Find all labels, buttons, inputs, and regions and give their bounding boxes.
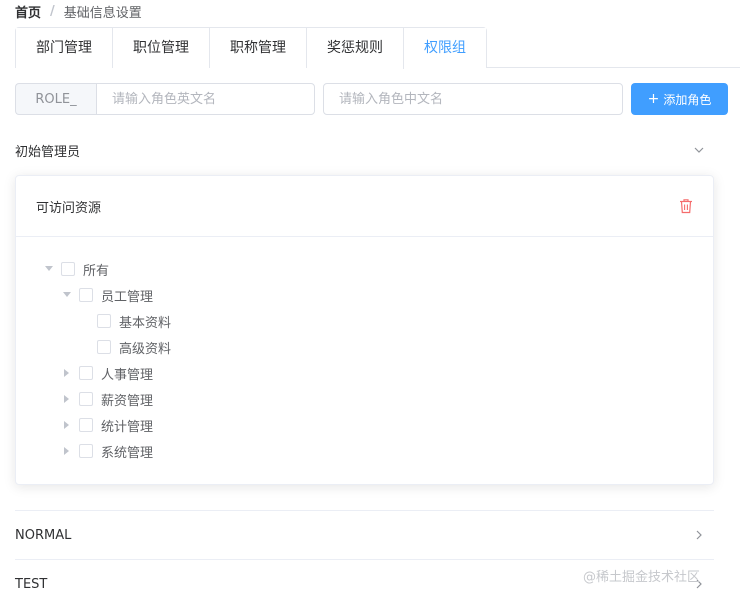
settings-tabs: 部门管理 职位管理 职称管理 奖惩规则 权限组 [15,27,487,69]
tree-checkbox[interactable] [79,418,93,432]
tab-department[interactable]: 部门管理 [16,28,112,68]
role-cn-name-input[interactable] [323,83,623,115]
card-header: 可访问资源 [16,176,713,237]
breadcrumb-home[interactable]: 首页 [15,2,41,21]
tree-label: 系统管理 [101,445,154,461]
tree-label: 薪资管理 [101,393,154,409]
breadcrumb: 首页 / 基础信息设置 [15,2,142,21]
resource-card: 可访问资源 所有 员工管理 基本资料 高级资料 人事管理 薪资管理 统计管理 系… [15,175,714,485]
tree-label: 人事管理 [101,367,154,383]
breadcrumb-current: 基础信息设置 [63,5,142,21]
tab-position[interactable]: 职位管理 [112,28,209,68]
tree-checkbox[interactable] [79,392,93,406]
tree-checkbox[interactable] [97,340,111,354]
caret-right-icon[interactable] [61,393,73,405]
tree-checkbox[interactable] [79,444,93,458]
tree-label: 高级资料 [119,341,172,357]
tree-node-staff[interactable]: 员工管理 [61,282,153,308]
caret-down-icon[interactable] [43,263,55,275]
tree-checkbox[interactable] [79,288,93,302]
tree-checkbox[interactable] [61,262,75,276]
tree-label: 基本资料 [119,315,172,331]
role-name: 初始管理员 [15,144,81,160]
breadcrumb-separator: / [50,3,55,19]
tree-node-advanced-info[interactable]: 高级资料 [79,334,171,360]
role-en-input-group: ROLE_ [15,83,315,115]
watermark: @稀土掘金技术社区 [583,570,701,585]
tree-node-personnel[interactable]: 人事管理 [61,360,153,386]
tree-label: 统计管理 [101,419,154,435]
tree-node-system[interactable]: 系统管理 [61,438,153,464]
tree-label: 员工管理 [101,289,154,305]
tab-permission-group[interactable]: 权限组 [403,28,486,69]
chevron-down-icon [694,147,704,153]
caret-right-icon[interactable] [61,445,73,457]
plus-icon: + [647,91,660,107]
role-name: TEST [15,576,48,592]
add-role-label: 添加角色 [663,92,712,107]
tree-node-basic-info[interactable]: 基本资料 [79,308,171,334]
caret-right-icon[interactable] [61,367,73,379]
caret-right-icon[interactable] [61,419,73,431]
tab-job-title[interactable]: 职称管理 [209,28,306,68]
tree-checkbox[interactable] [79,366,93,380]
role-prefix: ROLE_ [15,83,96,115]
tree-node-statistics[interactable]: 统计管理 [61,412,153,438]
tree-label: 所有 [83,263,110,279]
role-item-initial-admin[interactable]: 初始管理员 [15,126,714,174]
card-title: 可访问资源 [36,200,102,216]
tree-checkbox[interactable] [97,314,111,328]
role-en-name-input[interactable] [96,83,315,115]
tab-reward-rules[interactable]: 奖惩规则 [306,28,403,68]
role-name: NORMAL [15,527,72,543]
caret-down-icon[interactable] [61,289,73,301]
chevron-right-icon [696,530,702,540]
trash-icon[interactable] [679,198,693,214]
tree-node-salary[interactable]: 薪资管理 [61,386,153,412]
role-item-normal[interactable]: NORMAL [15,511,714,559]
tree-node-root[interactable]: 所有 [43,256,109,282]
add-role-button[interactable]: + 添加角色 [631,83,728,115]
